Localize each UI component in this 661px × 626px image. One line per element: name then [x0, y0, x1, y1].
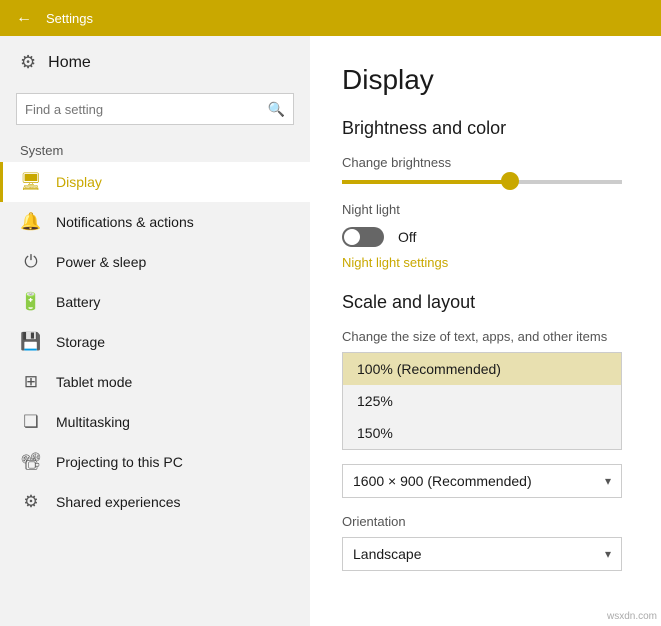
scale-option[interactable]: 100% (Recommended)	[343, 353, 621, 385]
watermark: wsxdn.com	[607, 611, 657, 622]
sidebar-home[interactable]: ⚙ Home	[0, 36, 310, 89]
search-icon[interactable]: 🔍	[268, 101, 285, 118]
resolution-dropdown-arrow: ▾	[605, 474, 611, 488]
search-input[interactable]	[25, 102, 268, 117]
night-light-row: Off	[342, 227, 629, 247]
sidebar-item-power[interactable]: ⏻ Power & sleep	[0, 242, 310, 282]
notifications-icon: 🔔	[20, 212, 42, 232]
sidebar-item-display[interactable]: 🖥 Display	[0, 162, 310, 202]
night-light-state: Off	[398, 229, 416, 245]
brightness-slider-container: Change brightness	[342, 155, 629, 184]
scale-option[interactable]: 150%	[343, 417, 621, 449]
display-icon: 🖥	[20, 172, 42, 192]
sidebar-item-multitasking[interactable]: ❏ Multitasking	[0, 402, 310, 442]
scale-section-title: Scale and layout	[342, 292, 629, 313]
projecting-label: Projecting to this PC	[56, 454, 183, 470]
search-box[interactable]: 🔍	[16, 93, 294, 125]
storage-icon: 💾	[20, 332, 42, 352]
brightness-thumb[interactable]	[501, 172, 519, 190]
storage-label: Storage	[56, 334, 105, 350]
power-label: Power & sleep	[56, 254, 146, 270]
sidebar-home-label: Home	[48, 54, 91, 72]
sidebar-item-shared[interactable]: ⚙ Shared experiences	[0, 482, 310, 522]
night-light-settings-link[interactable]: Night light settings	[342, 255, 629, 270]
brightness-label: Change brightness	[342, 155, 629, 170]
night-light-toggle[interactable]	[342, 227, 384, 247]
scale-option[interactable]: 125%	[343, 385, 621, 417]
sidebar-item-notifications[interactable]: 🔔 Notifications & actions	[0, 202, 310, 242]
scale-list[interactable]: 100% (Recommended)125%150%	[342, 352, 622, 450]
back-icon: ←	[16, 9, 32, 27]
tablet-label: Tablet mode	[56, 374, 132, 390]
change-size-label: Change the size of text, apps, and other…	[342, 329, 629, 344]
resolution-dropdown[interactable]: 1600 × 900 (Recommended) ▾	[342, 464, 622, 498]
notifications-label: Notifications & actions	[56, 214, 194, 230]
sidebar: ⚙ Home 🔍 System 🖥 Display 🔔 Notification…	[0, 36, 310, 626]
sidebar-items-list: 🖥 Display 🔔 Notifications & actions ⏻ Po…	[0, 162, 310, 522]
shared-label: Shared experiences	[56, 494, 181, 510]
brightness-section-title: Brightness and color	[342, 118, 629, 139]
brightness-track[interactable]	[342, 180, 622, 184]
multitasking-label: Multitasking	[56, 414, 130, 430]
night-light-label: Night light	[342, 202, 629, 217]
home-icon: ⚙	[20, 52, 36, 73]
back-button[interactable]: ←	[12, 6, 36, 30]
battery-icon: 🔋	[20, 292, 42, 312]
brightness-fill	[342, 180, 510, 184]
sidebar-item-storage[interactable]: 💾 Storage	[0, 322, 310, 362]
tablet-icon: ⊞	[20, 372, 42, 392]
orientation-dropdown[interactable]: Landscape ▾	[342, 537, 622, 571]
power-icon: ⏻	[20, 252, 42, 272]
projecting-icon: 📽	[20, 452, 42, 472]
title-bar: ← Settings	[0, 0, 661, 36]
sidebar-section-label: System	[0, 137, 310, 162]
content-area: Display Brightness and color Change brig…	[310, 36, 661, 626]
orientation-value: Landscape	[353, 546, 422, 562]
main-layout: ⚙ Home 🔍 System 🖥 Display 🔔 Notification…	[0, 36, 661, 626]
display-label: Display	[56, 174, 102, 190]
page-title: Display	[342, 64, 629, 96]
window-title: Settings	[46, 11, 93, 26]
resolution-value: 1600 × 900 (Recommended)	[353, 473, 532, 489]
orientation-label: Orientation	[342, 514, 629, 529]
multitasking-icon: ❏	[20, 412, 42, 432]
shared-icon: ⚙	[20, 492, 42, 512]
sidebar-item-tablet[interactable]: ⊞ Tablet mode	[0, 362, 310, 402]
orientation-dropdown-arrow: ▾	[605, 547, 611, 561]
sidebar-item-battery[interactable]: 🔋 Battery	[0, 282, 310, 322]
sidebar-item-projecting[interactable]: 📽 Projecting to this PC	[0, 442, 310, 482]
battery-label: Battery	[56, 294, 100, 310]
toggle-thumb	[344, 229, 360, 245]
